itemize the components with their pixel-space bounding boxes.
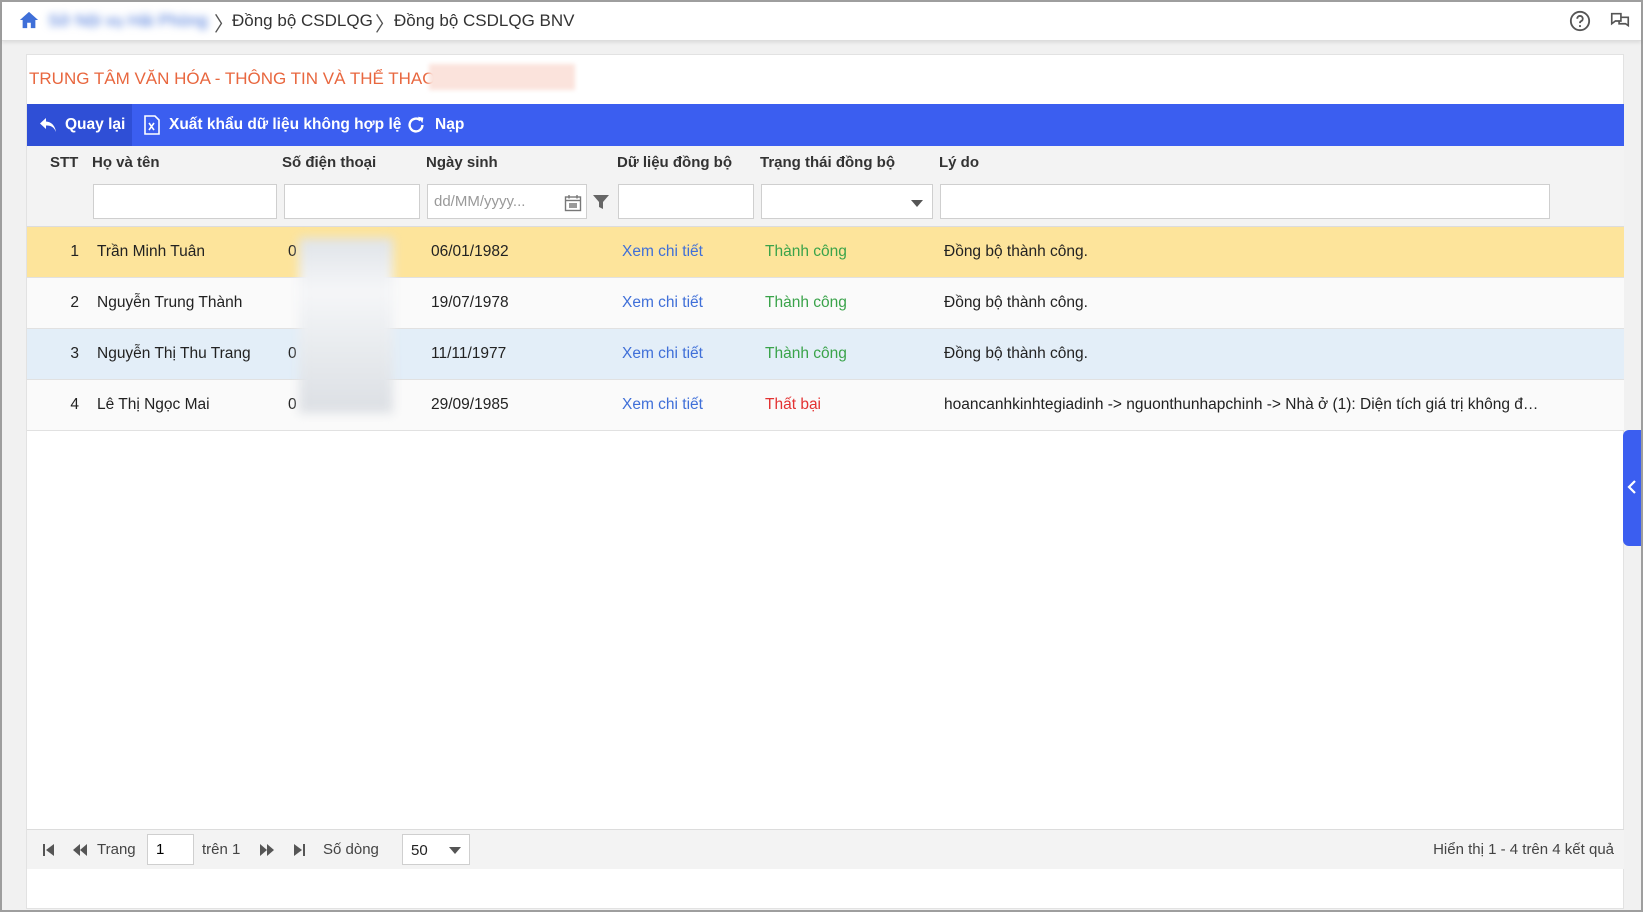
table-row[interactable]: 1 Trần Minh Tuân 0 06/01/1982 Xem chi ti… — [27, 227, 1624, 278]
back-button[interactable]: Quay lại — [27, 104, 132, 146]
first-page-icon[interactable] — [41, 842, 57, 858]
row-reason: Đồng bộ thành công. — [944, 243, 1088, 260]
breadcrumb-item-current: Đồng bộ CSDLQG BNV — [394, 11, 575, 30]
sync-data-filter-input[interactable] — [618, 184, 754, 219]
export-invalid-button[interactable]: Xuất khẩu dữ liệu không hợp lệ — [143, 104, 401, 146]
row-detail-link[interactable]: Xem chi tiết — [622, 345, 703, 363]
breadcrumb-item-sync[interactable]: Đồng bộ CSDLQG — [232, 11, 373, 31]
column-header-sync-data[interactable]: Dữ liệu đồng bộ — [617, 154, 732, 171]
page-label: Trang — [97, 841, 136, 858]
help-icon[interactable] — [1569, 10, 1591, 32]
column-header-sync-status[interactable]: Trạng thái đồng bộ — [760, 154, 895, 171]
page-total-label: trên 1 — [202, 841, 241, 858]
column-header-stt[interactable]: STT — [50, 154, 78, 171]
row-status: Thành công — [765, 345, 847, 362]
row-stt: 3 — [70, 345, 79, 362]
app-window: Sở Nội vụ Hải Phòng 〉 Đồng bộ CSDLQG 〉 Đ… — [0, 0, 1643, 912]
column-header-reason[interactable]: Lý do — [939, 154, 979, 171]
breadcrumb-separator: 〉 — [375, 14, 395, 36]
row-dob: 11/11/1977 — [431, 345, 507, 362]
row-name: Nguyễn Thị Thu Trang — [97, 345, 251, 362]
chevron-left-icon — [1627, 480, 1636, 494]
result-summary: Hiển thị 1 - 4 trên 4 kết quả — [1433, 841, 1614, 858]
column-header-dob[interactable]: Ngày sinh — [426, 154, 498, 171]
toolbar: Quay lại Xuất khẩu dữ liệu không hợp lệ … — [27, 104, 1624, 146]
next-page-icon[interactable] — [259, 842, 275, 858]
previous-page-icon[interactable] — [72, 842, 88, 858]
row-dob: 29/09/1985 — [431, 396, 509, 413]
row-status: Thất bại — [765, 396, 822, 413]
chevron-down-icon[interactable] — [911, 200, 923, 207]
row-stt: 1 — [70, 243, 79, 260]
reload-button[interactable]: Nạp — [405, 104, 464, 146]
row-phone: 0 — [288, 243, 297, 260]
export-button-label: Xuất khẩu dữ liệu không hợp lệ — [169, 116, 402, 133]
table-header: STT Họ và tên Số điện thoại Ngày sinh Dữ… — [27, 146, 1624, 227]
row-stt: 4 — [70, 396, 79, 413]
column-header-name[interactable]: Họ và tên — [92, 154, 160, 171]
rows-per-page-value: 50 — [411, 842, 428, 859]
refresh-icon — [408, 116, 424, 133]
chevron-down-icon — [449, 847, 461, 854]
row-dob: 19/07/1978 — [431, 294, 509, 311]
back-button-label: Quay lại — [65, 116, 126, 133]
breadcrumb-root[interactable]: Sở Nội vụ Hải Phòng — [48, 11, 208, 31]
row-name: Trần Minh Tuân — [97, 243, 205, 260]
sync-status-filter-select[interactable] — [761, 184, 933, 219]
table-row[interactable]: 4 Lê Thị Ngọc Mai 0 29/09/1985 Xem chi t… — [27, 380, 1624, 431]
page-number-input[interactable] — [147, 834, 194, 865]
table-row[interactable]: 3 Nguyễn Thị Thu Trang 0 11/11/1977 Xem … — [27, 329, 1624, 380]
top-bar: Sở Nội vụ Hải Phòng 〉 Đồng bộ CSDLQG 〉 Đ… — [2, 2, 1641, 41]
row-name: Lê Thị Ngọc Mai — [97, 396, 210, 413]
excel-file-icon — [144, 115, 160, 135]
row-stt: 2 — [70, 294, 79, 311]
home-icon[interactable] — [18, 10, 40, 30]
row-detail-link[interactable]: Xem chi tiết — [622, 396, 703, 414]
filter-funnel-icon[interactable] — [592, 193, 610, 211]
redacted-phone-numbers — [299, 238, 393, 413]
row-dob: 06/01/1982 — [431, 243, 509, 260]
phone-filter-input[interactable] — [284, 184, 420, 219]
row-detail-link[interactable]: Xem chi tiết — [622, 294, 703, 312]
rows-per-page-select[interactable]: 50 — [402, 834, 470, 865]
redacted-org-suffix — [429, 64, 575, 90]
table-row[interactable]: 2 Nguyễn Trung Thành 19/07/1978 Xem chi … — [27, 278, 1624, 329]
row-detail-link[interactable]: Xem chi tiết — [622, 243, 703, 261]
row-status: Thành công — [765, 243, 847, 260]
reason-filter-input[interactable] — [940, 184, 1550, 219]
row-reason: hoancanhkinhtegiadinh -> nguonthunhapchi… — [944, 396, 1544, 413]
row-name: Nguyễn Trung Thành — [97, 294, 243, 311]
column-header-phone[interactable]: Số điện thoại — [282, 154, 376, 171]
name-filter-input[interactable] — [93, 184, 277, 219]
dob-filter-input[interactable] — [427, 184, 587, 219]
last-page-icon[interactable] — [291, 842, 307, 858]
row-reason: Đồng bộ thành công. — [944, 345, 1088, 362]
reload-button-label: Nạp — [435, 116, 465, 133]
row-phone: 0 — [288, 396, 297, 413]
row-status: Thành công — [765, 294, 847, 311]
pagination-bar: Trang trên 1 Số dòng 50 Hiển thị 1 - 4 t… — [27, 829, 1624, 869]
main-panel: TRUNG TÂM VĂN HÓA - THÔNG TIN VÀ THỂ THA… — [26, 54, 1624, 909]
row-reason: Đồng bộ thành công. — [944, 294, 1088, 311]
organization-title: TRUNG TÂM VĂN HÓA - THÔNG TIN VÀ THỂ THA… — [29, 69, 436, 88]
rows-per-page-label: Số dòng — [323, 841, 379, 858]
back-arrow-icon — [40, 118, 56, 132]
chat-icon[interactable] — [1609, 10, 1631, 32]
breadcrumb-separator: 〉 — [214, 14, 234, 36]
calendar-icon[interactable] — [564, 194, 582, 212]
row-phone: 0 — [288, 345, 297, 362]
side-panel-toggle[interactable] — [1623, 430, 1641, 546]
